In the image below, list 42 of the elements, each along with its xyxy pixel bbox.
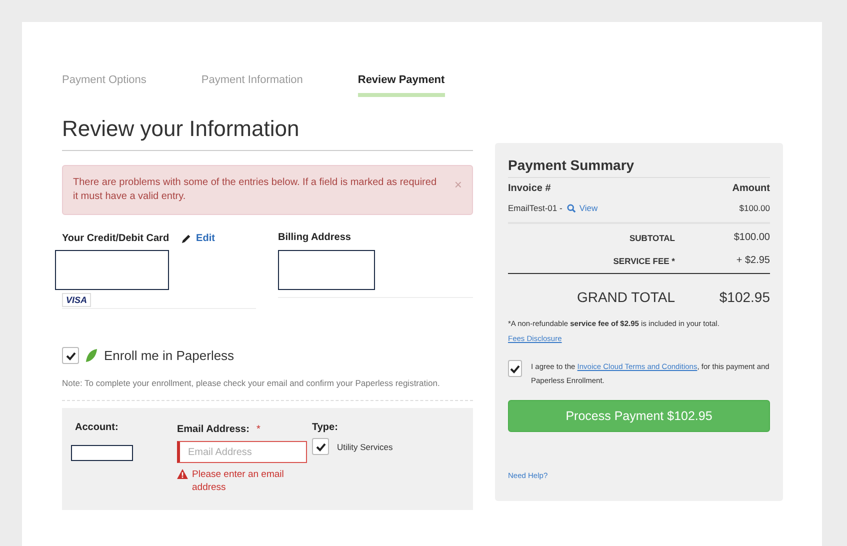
redacted-box (71, 445, 133, 461)
type-option-label: Utility Services (337, 442, 393, 452)
check-icon (314, 440, 326, 452)
invoice-amount: $100.00 (739, 203, 770, 213)
warning-icon (177, 469, 188, 479)
pencil-icon (181, 232, 192, 244)
paperless-note: Note: To complete your enrollment, please check your email and confirm your Paperless registration. (62, 378, 473, 401)
card-brand-badge: VISA (62, 293, 92, 307)
check-icon (509, 362, 521, 374)
search-icon (567, 204, 576, 212)
column-header: Amount (732, 183, 770, 194)
type-label: Type: (312, 422, 339, 433)
grand-total-value: $102.95 (718, 289, 770, 305)
subtotal-value: $100.00 (732, 232, 770, 243)
step-tab[interactable]: Review Payment (358, 74, 445, 97)
leaf-icon (85, 348, 98, 363)
invoice-id: EmailTest-01 - (508, 203, 562, 213)
agree-checkbox[interactable] (508, 360, 522, 377)
error-message: Please enter an email address (192, 468, 285, 494)
check-icon (64, 350, 76, 362)
billing-label: Billing Address (278, 231, 352, 245)
paperless-label: Enroll me in Paperless (104, 348, 234, 363)
view-link[interactable]: View (579, 203, 598, 213)
column-header: Invoice # (508, 183, 551, 194)
type-checkbox[interactable] (312, 438, 329, 455)
email-field[interactable]: Email Address (177, 441, 307, 463)
step-tab[interactable]: Payment Options (62, 74, 146, 93)
service-fee-label: SERVICE FEE * (612, 256, 675, 266)
process-payment-button[interactable]: Process Payment $102.95 (508, 400, 770, 432)
subtotal-label: SUBTOTAL (628, 232, 675, 242)
summary-title: Payment Summary (508, 157, 770, 178)
paperless-checkbox[interactable] (62, 347, 79, 364)
grand-total-label: GRAND TOTAL (576, 289, 675, 305)
email-label: Email Address: (177, 424, 250, 434)
alert-message: There are problems with some of the entries below. If a field is marked as required it must have a valid entry. (73, 176, 438, 204)
service-fee-value: + $2.95 (735, 255, 770, 266)
step-tab[interactable]: Payment Information (201, 74, 303, 93)
card-label: Your Credit/Debit Card (62, 232, 170, 244)
page-title: Review your Information (62, 116, 473, 151)
edit-link[interactable]: Edit (196, 232, 215, 244)
account-label: Account: (75, 422, 120, 433)
required-mark: * (256, 424, 260, 434)
